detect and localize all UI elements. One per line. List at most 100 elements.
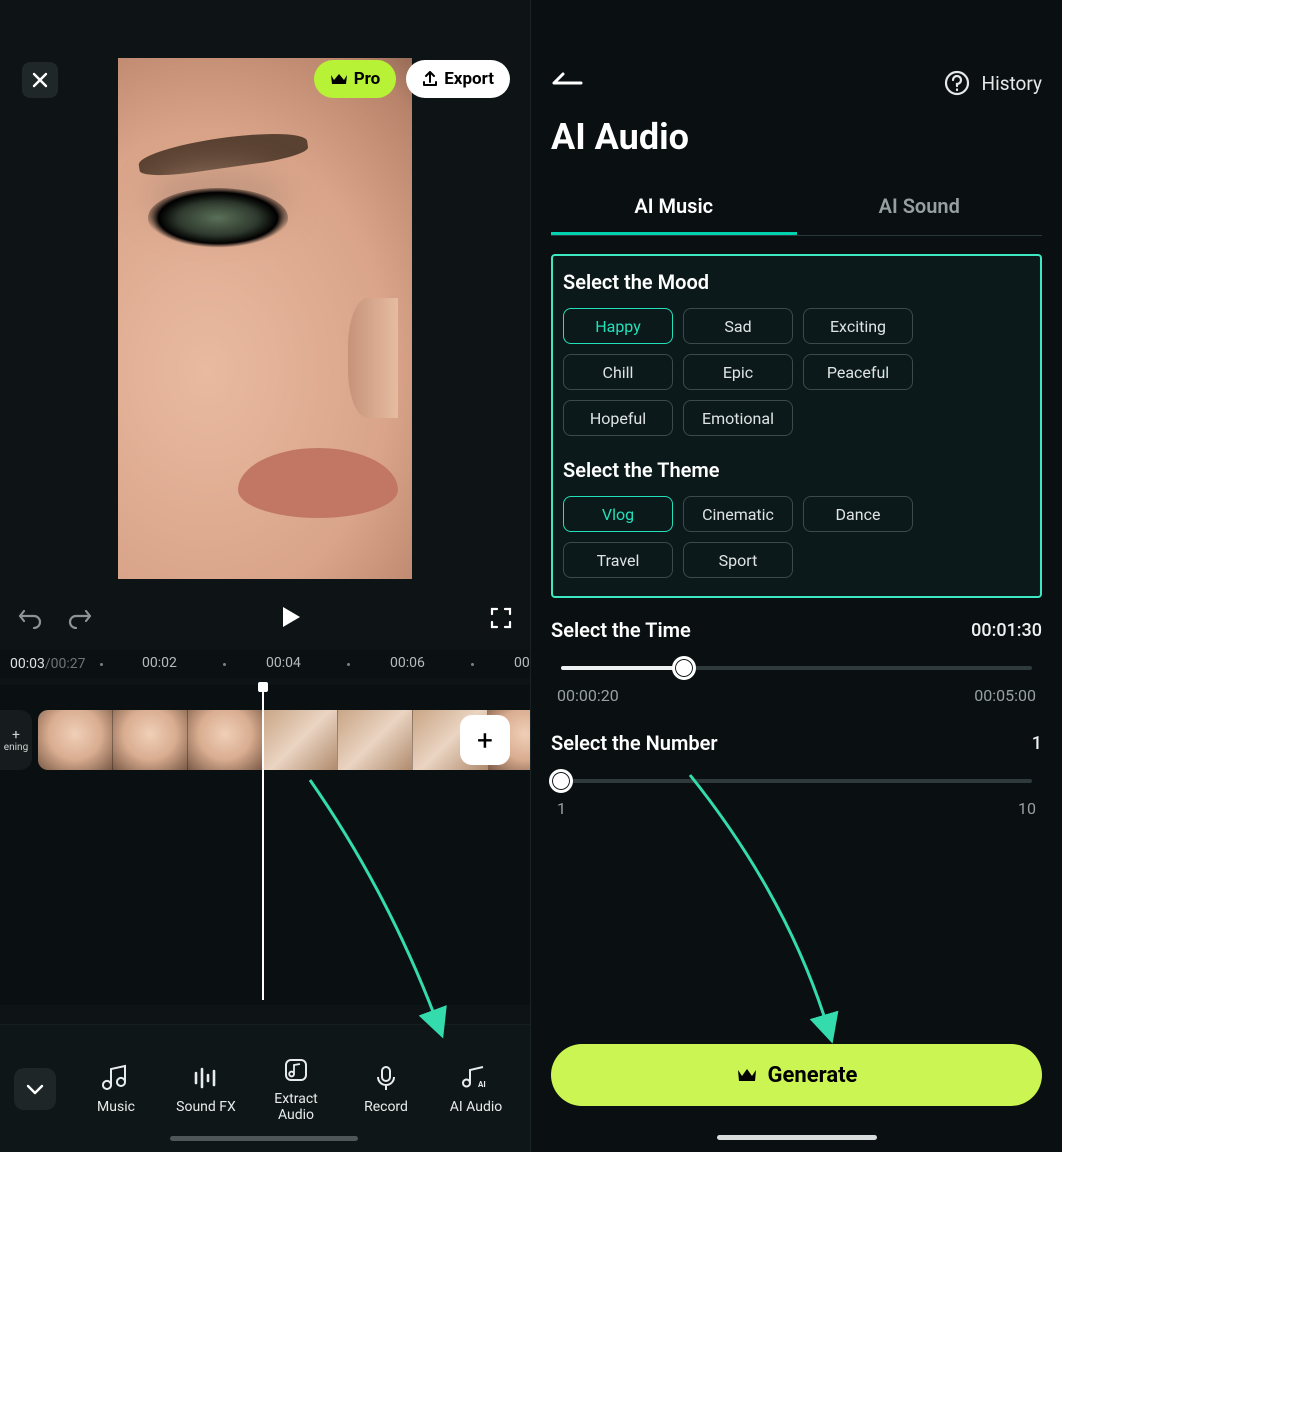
history-label: History (982, 72, 1042, 95)
clip-strip[interactable] (38, 710, 530, 770)
tool-label: Record (364, 1099, 408, 1115)
timecode-bar[interactable]: 00:03/00:27 00:02 00:04 00:06 00 (0, 650, 530, 678)
home-indicator (717, 1135, 877, 1140)
clip-thumb[interactable] (263, 710, 338, 770)
tool-label: Music (97, 1099, 135, 1115)
pro-button[interactable]: Pro (314, 60, 397, 98)
tab-ai-sound[interactable]: AI Sound (797, 180, 1043, 235)
back-arrow-icon (551, 71, 585, 91)
opening-label: ening (4, 742, 28, 753)
theme-chip-dance[interactable]: Dance (803, 496, 913, 532)
tabs: AI Music AI Sound (551, 180, 1042, 236)
theme-chip-cinematic[interactable]: Cinematic (683, 496, 793, 532)
mood-chip-hopeful[interactable]: Hopeful (563, 400, 673, 436)
number-min: 1 (557, 799, 566, 818)
add-clip-button[interactable]: + (460, 715, 510, 765)
microphone-icon (371, 1063, 401, 1093)
collapse-button[interactable] (14, 1068, 56, 1110)
tool-record[interactable]: Record (356, 1063, 416, 1115)
undo-icon (18, 607, 44, 629)
mood-label: Select the Mood (563, 270, 1030, 294)
tool-extract-audio[interactable]: Extract Audio (266, 1055, 326, 1123)
mood-chips: Happy Sad Exciting Chill Epic Peaceful Hopeful… (563, 308, 1030, 436)
close-button[interactable] (22, 62, 58, 98)
close-icon (32, 72, 48, 88)
back-button[interactable] (551, 71, 585, 95)
ruler: 00:02 00:04 00:06 00 (0, 650, 530, 678)
history-button[interactable]: History (944, 70, 1042, 96)
tool-soundfx[interactable]: Sound FX (176, 1063, 236, 1115)
time-min: 00:00:20 (557, 686, 619, 705)
generate-button[interactable]: Generate (551, 1044, 1042, 1106)
tick-label: 00:02 (142, 655, 177, 671)
tick-label: 00:06 (390, 655, 425, 671)
page-title: AI Audio (551, 116, 1042, 158)
tool-label: Sound FX (176, 1099, 236, 1115)
equalizer-icon (191, 1063, 221, 1093)
upload-icon (422, 71, 438, 87)
clip-thumb[interactable] (38, 710, 113, 770)
tool-label: AI Audio (450, 1099, 502, 1115)
generate-label: Generate (768, 1063, 858, 1088)
svg-text:AI: AI (478, 1080, 486, 1089)
theme-chip-vlog[interactable]: Vlog (563, 496, 673, 532)
export-label: Export (444, 69, 494, 89)
tool-music[interactable]: Music (86, 1063, 146, 1115)
time-label: Select the Time (551, 618, 691, 642)
mood-chip-happy[interactable]: Happy (563, 308, 673, 344)
theme-chip-travel[interactable]: Travel (563, 542, 673, 578)
mood-chip-sad[interactable]: Sad (683, 308, 793, 344)
tab-ai-music[interactable]: AI Music (551, 180, 797, 235)
play-button[interactable] (280, 605, 302, 635)
editor-pane: Pro Export 00:03/00:27 00:02 00:04 (0, 0, 530, 1152)
home-indicator (170, 1136, 358, 1141)
time-value: 00:01:30 (971, 620, 1042, 641)
redo-button[interactable] (66, 607, 92, 633)
time-max: 00:05:00 (974, 686, 1036, 705)
time-section: Select the Time 00:01:30 00:00:20 00:05:… (551, 618, 1042, 705)
tool-ai-audio[interactable]: AI AI Audio (446, 1063, 506, 1115)
ai-audio-panel: History AI Audio AI Music AI Sound Selec… (530, 0, 1062, 1152)
fullscreen-icon (490, 607, 512, 629)
export-button[interactable]: Export (406, 60, 510, 98)
undo-button[interactable] (18, 607, 44, 633)
crown-icon (736, 1066, 758, 1084)
mood-chip-emotional[interactable]: Emotional (683, 400, 793, 436)
plus-icon: + (477, 724, 493, 757)
play-icon (280, 605, 302, 629)
number-max: 10 (1018, 799, 1036, 818)
tick-label: 00:04 (266, 655, 301, 671)
crown-icon (330, 72, 348, 86)
playback-controls (0, 595, 530, 645)
clip-thumb[interactable] (113, 710, 188, 770)
tick-label: 00 (514, 655, 530, 671)
highlighted-options: Select the Mood Happy Sad Exciting Chill Epi… (551, 254, 1042, 598)
fullscreen-button[interactable] (490, 607, 512, 633)
theme-chips: Vlog Cinematic Dance Travel Sport (563, 496, 1030, 578)
clip-thumb[interactable] (188, 710, 263, 770)
tool-label: Extract Audio (274, 1091, 317, 1123)
mood-chip-exciting[interactable]: Exciting (803, 308, 913, 344)
help-icon (944, 70, 970, 96)
number-slider[interactable] (551, 761, 1042, 801)
chevron-down-icon (26, 1083, 44, 1095)
theme-label: Select the Theme (563, 458, 1030, 482)
mood-chip-peaceful[interactable]: Peaceful (803, 354, 913, 390)
number-label: Select the Number (551, 731, 718, 755)
playhead[interactable] (262, 685, 264, 1000)
opening-chip[interactable]: + ening (0, 710, 32, 770)
theme-chip-sport[interactable]: Sport (683, 542, 793, 578)
timeline[interactable]: + ening + (0, 685, 530, 1005)
ai-audio-icon: AI (461, 1063, 491, 1093)
video-preview[interactable] (118, 58, 412, 579)
clip-thumb[interactable] (338, 710, 413, 770)
redo-icon (66, 607, 92, 629)
number-section: Select the Number 1 1 10 (551, 731, 1042, 818)
mood-chip-epic[interactable]: Epic (683, 354, 793, 390)
time-slider[interactable] (551, 648, 1042, 688)
number-value: 1 (1032, 733, 1042, 754)
extract-audio-icon (281, 1055, 311, 1085)
mood-chip-chill[interactable]: Chill (563, 354, 673, 390)
audio-toolbar: Music Sound FX Extract Audio Record AI A… (0, 1024, 530, 1152)
pro-label: Pro (354, 69, 381, 89)
